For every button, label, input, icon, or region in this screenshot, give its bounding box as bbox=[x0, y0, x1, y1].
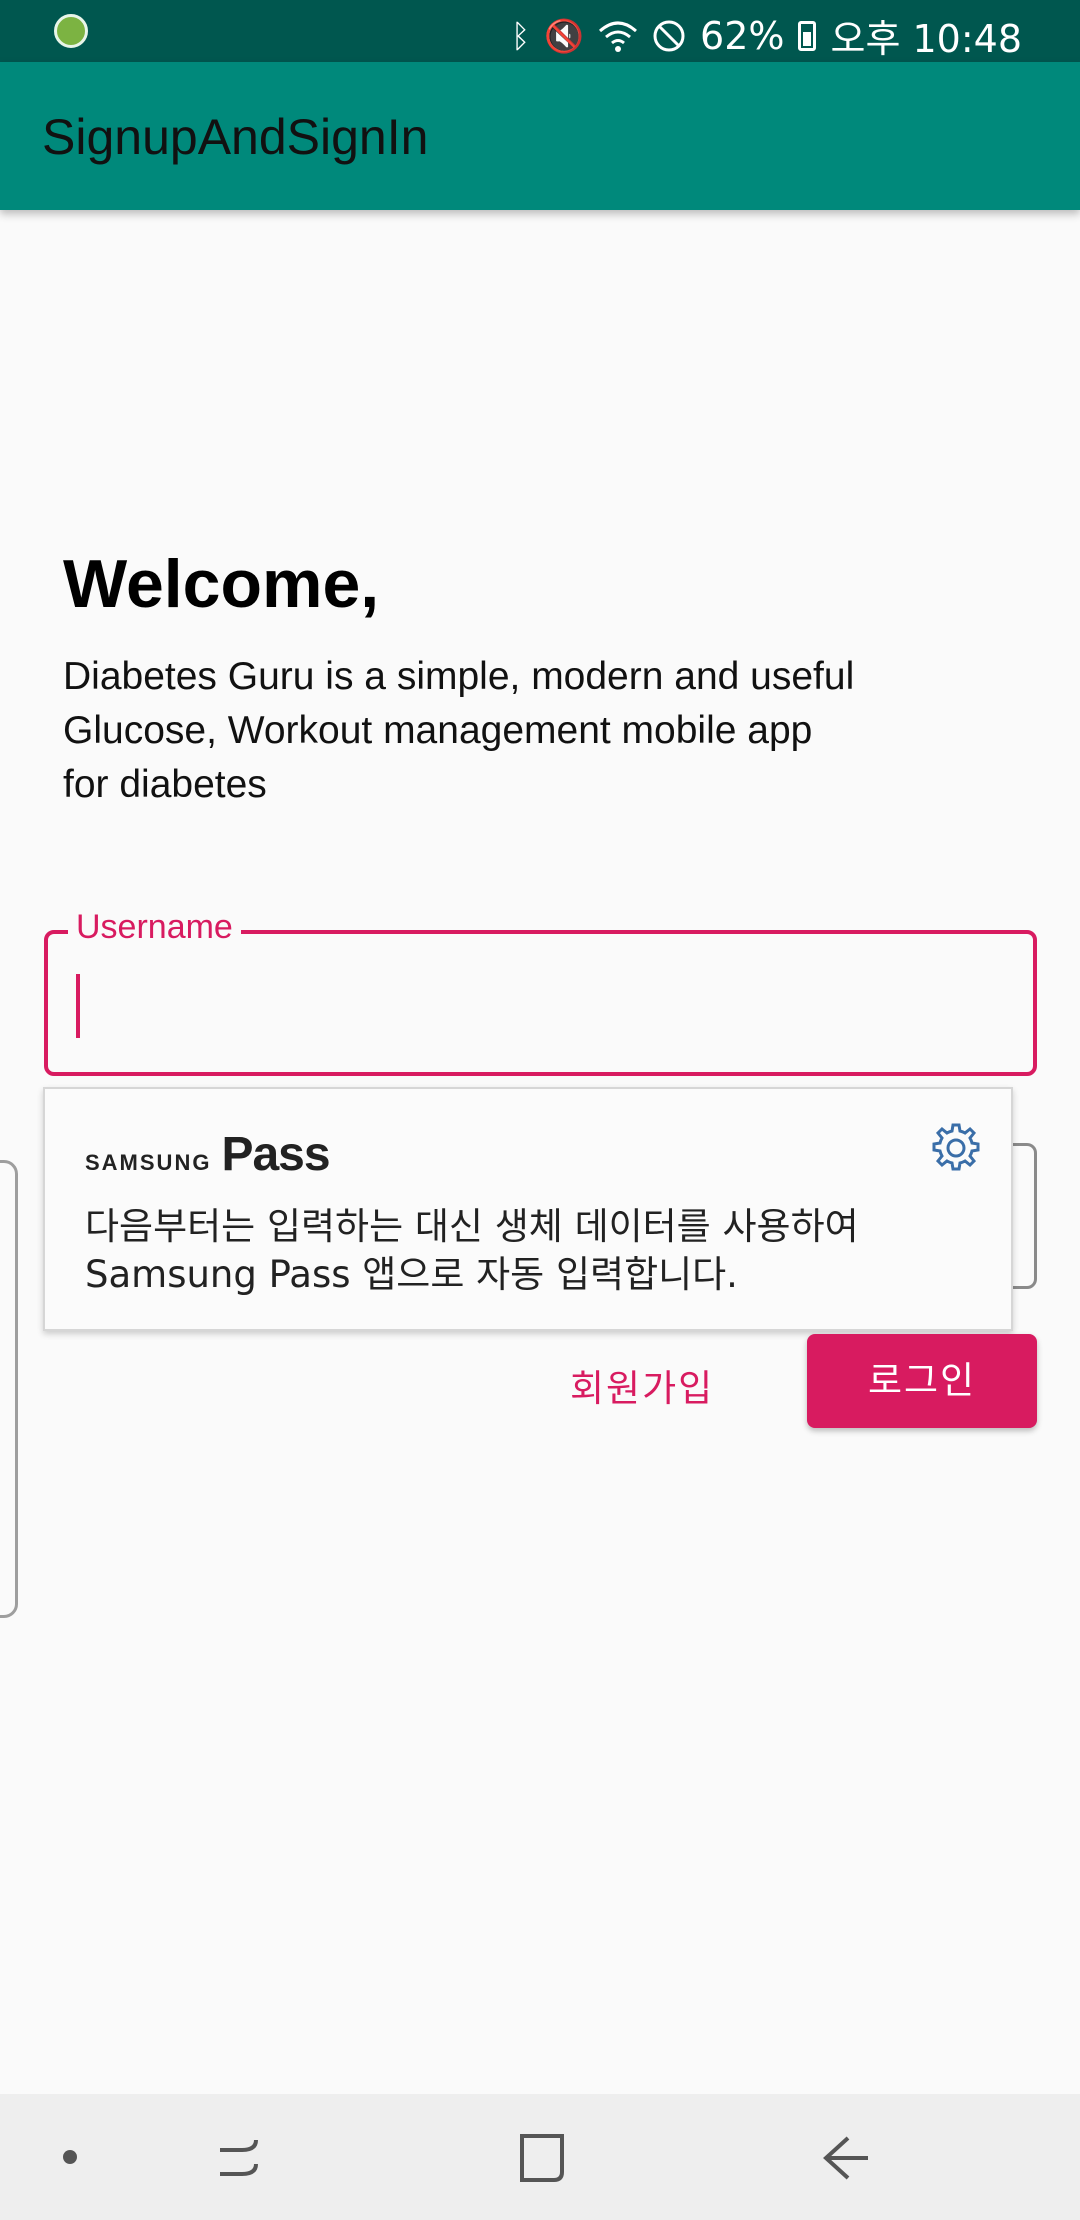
username-field[interactable]: Username bbox=[44, 908, 1037, 1076]
app-notification-icon bbox=[54, 14, 88, 48]
app-description: Diabetes Guru is a simple, modern and us… bbox=[63, 650, 963, 812]
text-cursor bbox=[76, 974, 80, 1038]
status-icons: ᛒ 🔇 62% 오후 10:48 bbox=[511, 8, 1022, 63]
back-icon[interactable] bbox=[818, 2130, 874, 2186]
samsung-wordmark: SAMSUNG bbox=[85, 1150, 212, 1175]
description-line: for diabetes bbox=[63, 763, 267, 806]
side-panel-edge bbox=[0, 1160, 18, 1618]
battery-percent: 62% bbox=[700, 13, 785, 58]
battery-icon bbox=[798, 20, 817, 51]
wifi-icon bbox=[599, 21, 638, 52]
samsung-pass-popup[interactable]: SAMSUNG Pass 다음부터는 입력하는 대신 생체 데이터를 사용하여 … bbox=[43, 1087, 1013, 1331]
status-bar: ᛒ 🔇 62% 오후 10:48 bbox=[0, 0, 1080, 62]
status-time: 오후 10:48 bbox=[830, 17, 1022, 61]
samsung-pass-logo: SAMSUNG Pass bbox=[85, 1127, 331, 1182]
login-button[interactable]: 로그인 bbox=[807, 1334, 1037, 1428]
home-icon[interactable] bbox=[514, 2130, 570, 2186]
description-line: Diabetes Guru is a simple, modern and us… bbox=[63, 655, 855, 698]
samsung-pass-message: 다음부터는 입력하는 대신 생체 데이터를 사용하여 Samsung Pass … bbox=[85, 1203, 985, 1299]
pass-wordmark: Pass bbox=[221, 1128, 330, 1181]
navigation-bar bbox=[0, 2094, 1080, 2220]
recent-apps-icon[interactable] bbox=[212, 2130, 268, 2186]
signup-button[interactable]: 회원가입 bbox=[570, 1358, 714, 1412]
mute-icon: 🔇 bbox=[544, 16, 585, 55]
do-not-disturb-icon bbox=[653, 20, 685, 51]
username-label: Username bbox=[68, 908, 241, 947]
message-line: 다음부터는 입력하는 대신 생체 데이터를 사용하여 bbox=[85, 1205, 859, 1248]
description-line: Glucose, Workout management mobile app bbox=[63, 709, 813, 752]
message-line: Samsung Pass 앱으로 자동 입력합니다. bbox=[85, 1253, 738, 1296]
welcome-heading: Welcome, bbox=[63, 546, 380, 622]
nav-dot-icon[interactable] bbox=[63, 2150, 77, 2164]
app-bar: SignupAndSignIn bbox=[0, 62, 1080, 210]
gear-icon[interactable] bbox=[929, 1121, 983, 1175]
bluetooth-icon: ᛒ bbox=[510, 16, 531, 55]
app-title: SignupAndSignIn bbox=[42, 109, 429, 165]
